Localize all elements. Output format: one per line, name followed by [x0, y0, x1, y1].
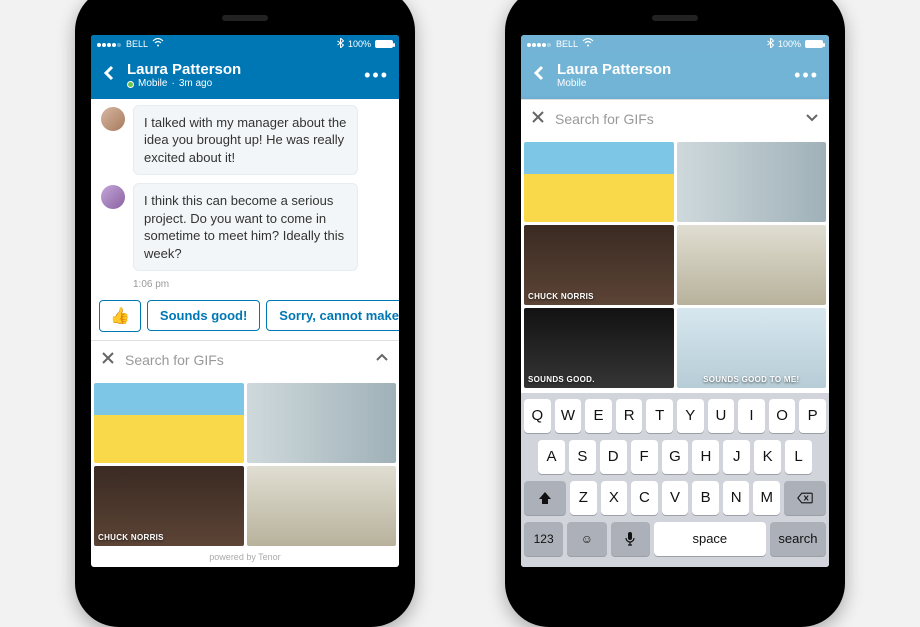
- keyboard-row: ZXCVBNM: [524, 481, 826, 515]
- key-i[interactable]: I: [738, 399, 765, 433]
- chevron-down-icon[interactable]: [805, 110, 819, 129]
- key-space[interactable]: space: [654, 522, 766, 556]
- key-a[interactable]: A: [538, 440, 565, 474]
- message: I think this can become a serious projec…: [101, 183, 389, 271]
- nav-bar: Laura Patterson Mobile •••: [521, 53, 829, 99]
- smart-reply-row: 👍 Sounds good! Sorry, cannot make it: [91, 300, 399, 340]
- nav-bar: Laura Patterson Mobile · 3m ago •••: [91, 53, 399, 99]
- reply-chip-emoji[interactable]: 👍: [99, 300, 141, 332]
- key-v[interactable]: V: [662, 481, 689, 515]
- avatar[interactable]: [101, 185, 125, 209]
- gif-tile[interactable]: SOUNDS GOOD TO ME!: [677, 308, 827, 388]
- key-shift[interactable]: [524, 481, 566, 515]
- reply-chip[interactable]: Sounds good!: [147, 300, 260, 331]
- battery-pct: 100%: [348, 39, 371, 49]
- key-z[interactable]: Z: [570, 481, 597, 515]
- key-mic[interactable]: [611, 522, 650, 556]
- message-timestamp: 1:06 pm: [133, 279, 389, 290]
- avatar[interactable]: [101, 107, 125, 131]
- key-y[interactable]: Y: [677, 399, 704, 433]
- key-w[interactable]: W: [555, 399, 582, 433]
- signal-dots-icon: [527, 39, 552, 49]
- key-u[interactable]: U: [708, 399, 735, 433]
- key-search[interactable]: search: [770, 522, 826, 556]
- phone-left: BELL 100% Laura Pat: [75, 0, 415, 627]
- gif-tile[interactable]: CHUCK NORRIS: [524, 225, 674, 305]
- gif-search-input[interactable]: Search for GIFs: [125, 352, 365, 368]
- status-bar: BELL 100%: [521, 35, 829, 53]
- bluetooth-icon: [767, 38, 774, 50]
- close-icon[interactable]: [531, 110, 545, 129]
- keyboard-row: QWERTYUIOP: [524, 399, 826, 433]
- status-bar: BELL 100%: [91, 35, 399, 53]
- key-h[interactable]: H: [692, 440, 719, 474]
- gif-search-bar: Search for GIFs: [91, 340, 399, 380]
- key-s[interactable]: S: [569, 440, 596, 474]
- wifi-icon: [582, 38, 594, 49]
- gif-search-input[interactable]: Search for GIFs: [555, 111, 795, 127]
- gif-tile[interactable]: [677, 142, 827, 222]
- gif-tile[interactable]: CHUCK NORRIS: [94, 466, 244, 546]
- gif-grid[interactable]: CHUCK NORRIS: [91, 380, 399, 549]
- reply-chip[interactable]: Sorry, cannot make it: [266, 300, 399, 331]
- gif-tile[interactable]: [524, 142, 674, 222]
- bluetooth-icon: [337, 38, 344, 50]
- gif-search-bar: Search for GIFs: [521, 99, 829, 139]
- keyboard-row: ASDFGHJKL: [524, 440, 826, 474]
- chat-thread[interactable]: I talked with my manager about the idea …: [91, 99, 399, 300]
- carrier-label: BELL: [126, 39, 148, 49]
- gif-tile[interactable]: [94, 383, 244, 463]
- keyboard[interactable]: QWERTYUIOP ASDFGHJKL ZXCVBNM 123 ☺: [521, 393, 829, 567]
- presence-label: Mobile: [138, 78, 167, 90]
- close-icon[interactable]: [101, 351, 115, 370]
- gif-grid[interactable]: CHUCK NORRIS SOUNDS GOOD. SOUNDS GOOD TO…: [521, 139, 829, 393]
- more-button[interactable]: •••: [364, 65, 389, 86]
- chat-title: Laura Patterson: [127, 61, 354, 78]
- gif-tile[interactable]: SOUNDS GOOD.: [524, 308, 674, 388]
- chevron-up-icon[interactable]: [375, 351, 389, 370]
- key-m[interactable]: M: [753, 481, 780, 515]
- gif-tile[interactable]: [677, 225, 827, 305]
- key-g[interactable]: G: [662, 440, 689, 474]
- back-button[interactable]: [101, 65, 117, 86]
- key-123[interactable]: 123: [524, 522, 563, 556]
- key-j[interactable]: J: [723, 440, 750, 474]
- key-l[interactable]: L: [785, 440, 812, 474]
- key-e[interactable]: E: [585, 399, 612, 433]
- phone-right: BELL 100% Laura Pat: [505, 0, 845, 627]
- message-bubble: I talked with my manager about the idea …: [133, 105, 358, 176]
- message-bubble: I think this can become a serious projec…: [133, 183, 358, 271]
- key-k[interactable]: K: [754, 440, 781, 474]
- presence-dot-icon: [127, 81, 134, 88]
- key-emoji[interactable]: ☺: [567, 522, 606, 556]
- key-backspace[interactable]: [784, 481, 826, 515]
- key-t[interactable]: T: [646, 399, 673, 433]
- key-r[interactable]: R: [616, 399, 643, 433]
- message: I talked with my manager about the idea …: [101, 105, 389, 176]
- signal-dots-icon: [97, 39, 122, 49]
- powered-by-label: powered by Tenor: [91, 549, 399, 567]
- wifi-icon: [152, 38, 164, 49]
- back-button[interactable]: [531, 65, 547, 86]
- battery-pct: 100%: [778, 39, 801, 49]
- key-d[interactable]: D: [600, 440, 627, 474]
- gif-tile[interactable]: [247, 466, 397, 546]
- key-o[interactable]: O: [769, 399, 796, 433]
- keyboard-row: 123 ☺ space search: [524, 522, 826, 556]
- gif-tile[interactable]: [247, 383, 397, 463]
- more-button[interactable]: •••: [794, 65, 819, 86]
- key-q[interactable]: Q: [524, 399, 551, 433]
- battery-icon: [805, 40, 823, 48]
- key-c[interactable]: C: [631, 481, 658, 515]
- battery-icon: [375, 40, 393, 48]
- key-b[interactable]: B: [692, 481, 719, 515]
- key-p[interactable]: P: [799, 399, 826, 433]
- key-n[interactable]: N: [723, 481, 750, 515]
- key-x[interactable]: X: [601, 481, 628, 515]
- key-f[interactable]: F: [631, 440, 658, 474]
- carrier-label: BELL: [556, 39, 578, 49]
- chat-title: Laura Patterson: [557, 61, 784, 78]
- time-ago: 3m ago: [179, 78, 212, 90]
